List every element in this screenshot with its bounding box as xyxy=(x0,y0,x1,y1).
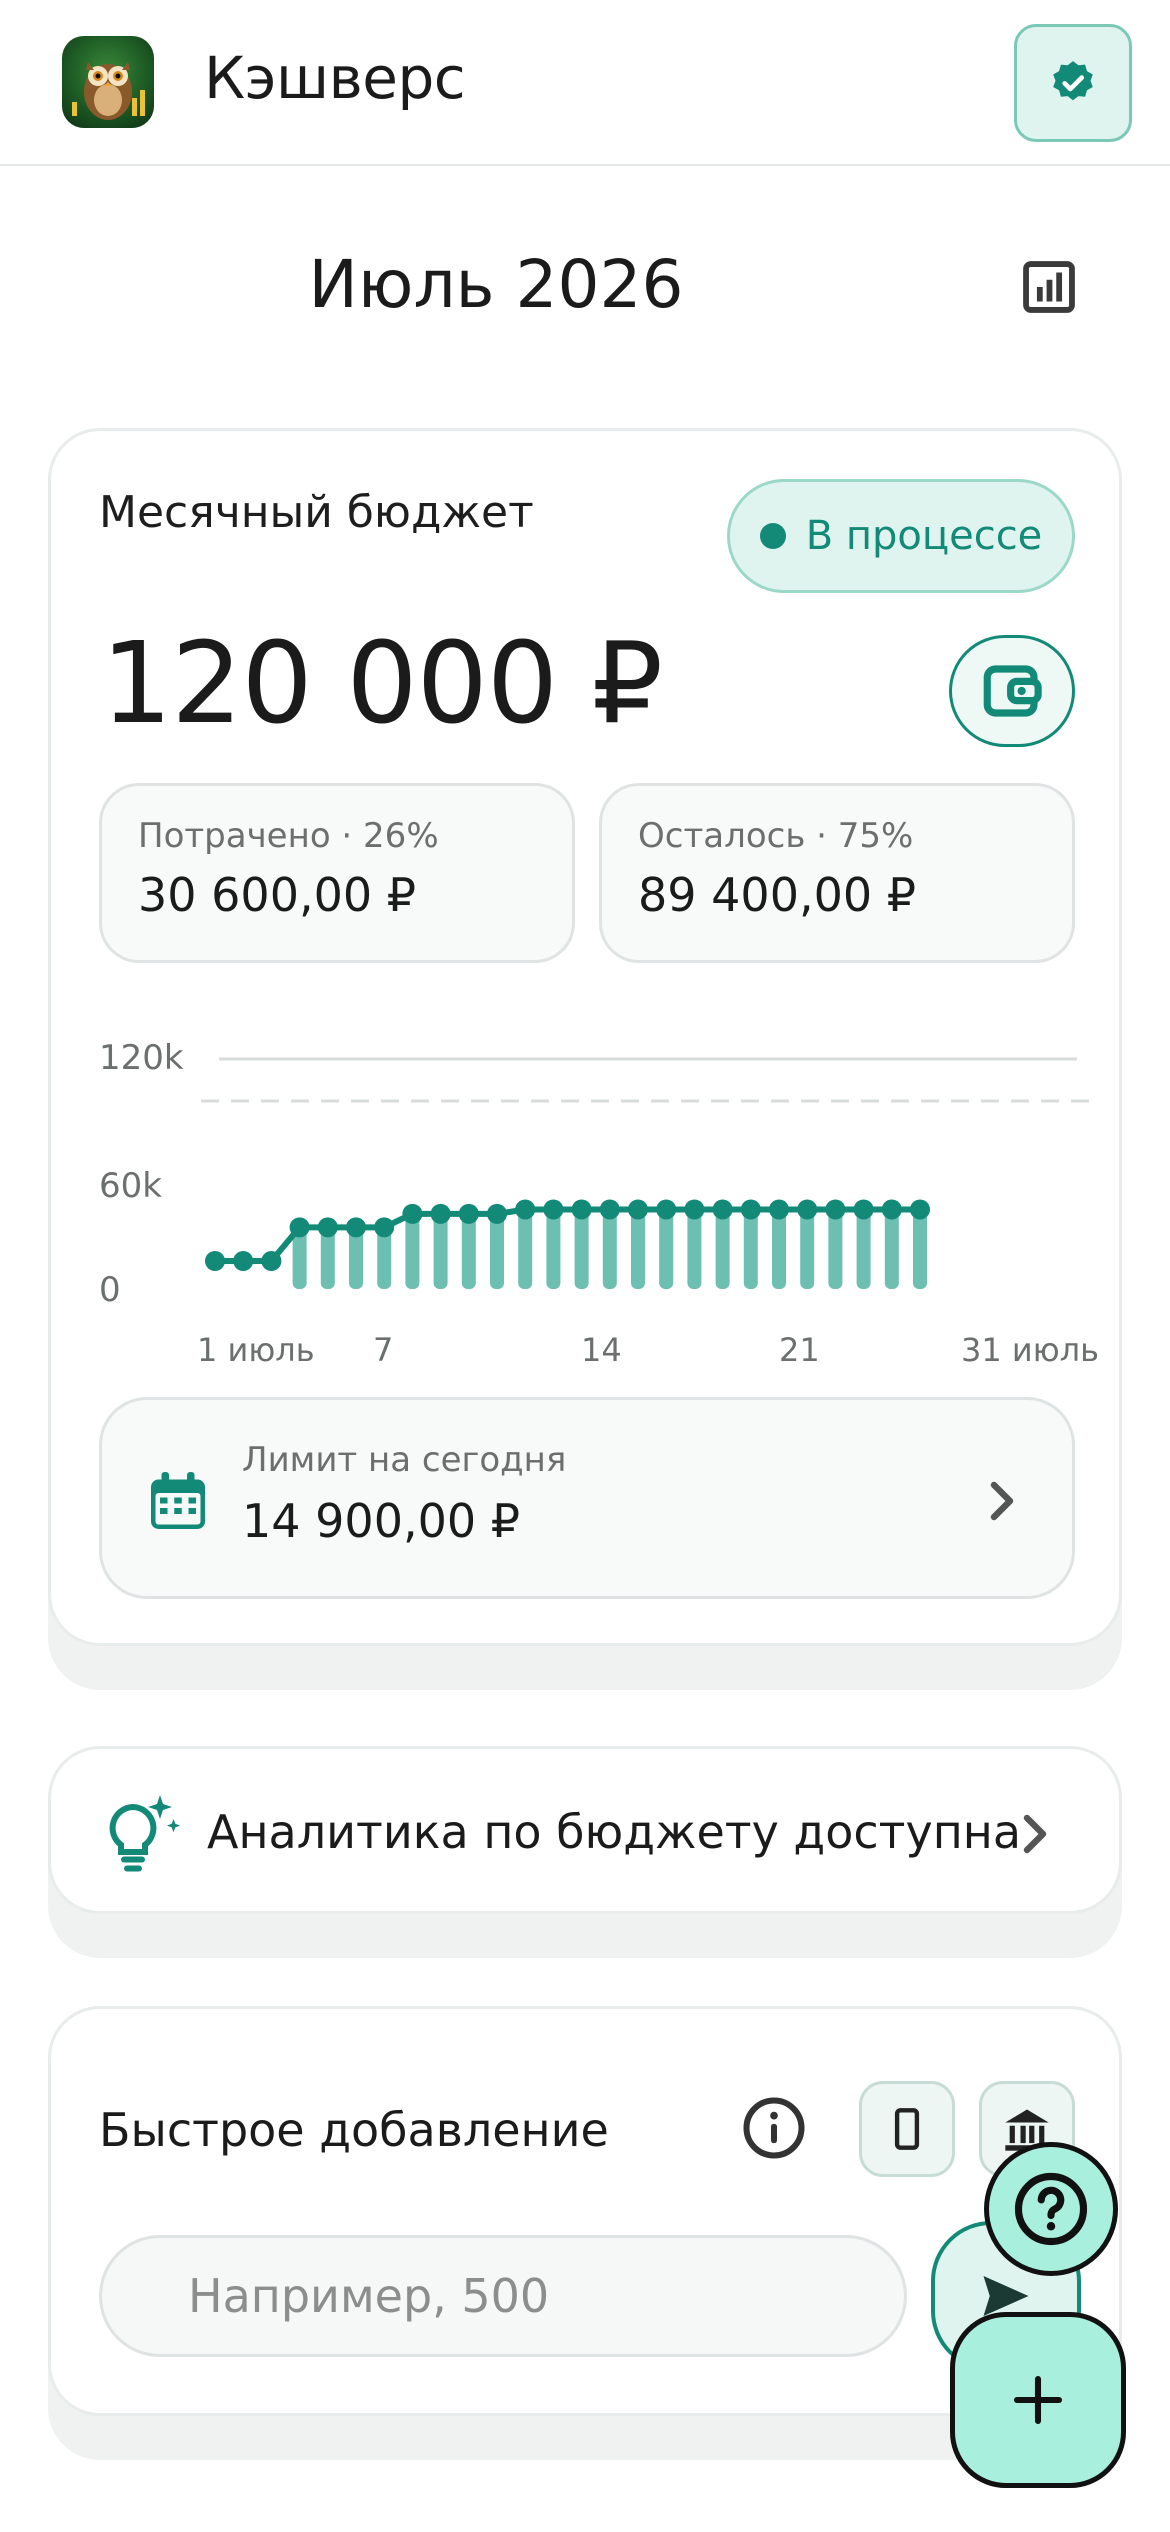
spending-point xyxy=(233,1251,254,1271)
spent-label: Потрачено · 26% xyxy=(138,816,439,856)
y-tick-label: 0 xyxy=(99,1270,121,1310)
y-tick-label: 120k xyxy=(99,1038,184,1078)
help-icon xyxy=(1014,2172,1088,2246)
spending-point xyxy=(346,1217,366,1238)
status-text: В процессе xyxy=(805,513,1043,559)
spending-point xyxy=(543,1199,564,1220)
spending-bar xyxy=(743,1209,758,1289)
spending-point xyxy=(374,1217,395,1238)
spending-chart: 120k 60k 0 1 июль 7 14 21 31 июль xyxy=(99,1038,1099,1369)
analytics-card[interactable]: Аналитика по бюджету доступна xyxy=(48,1746,1122,1914)
wallet-button[interactable] xyxy=(949,635,1075,747)
chevron-right-icon xyxy=(1023,1814,1047,1854)
verified-button[interactable] xyxy=(1014,24,1132,142)
status-badge[interactable]: В процессе xyxy=(727,479,1075,593)
spending-point xyxy=(599,1199,620,1220)
spending-point xyxy=(402,1203,423,1224)
add-transaction-button[interactable] xyxy=(950,2312,1126,2488)
left-box: Осталось · 75% 89 400,00 ₽ xyxy=(599,783,1075,963)
verified-badge-icon xyxy=(1053,61,1093,101)
spending-point xyxy=(261,1251,282,1271)
spending-point xyxy=(205,1251,225,1271)
spending-bar xyxy=(405,1213,420,1289)
spending-point xyxy=(656,1199,677,1220)
left-value: 89 400,00 ₽ xyxy=(638,868,916,922)
budget-amount[interactable]: 120 000 ₽ xyxy=(101,619,663,749)
chevron-right-icon xyxy=(990,1481,1014,1521)
app-title: Кэшверс xyxy=(204,44,466,112)
spending-point xyxy=(289,1217,310,1238)
spending-point xyxy=(740,1199,761,1220)
spending-bar xyxy=(772,1209,786,1289)
phone-icon xyxy=(894,2108,920,2150)
spending-point xyxy=(797,1199,818,1220)
spending-bar xyxy=(715,1209,730,1289)
screen: Кэшверс Июль 2026 Месячный бюджет В проц… xyxy=(0,0,1170,2532)
spending-bar xyxy=(574,1209,589,1289)
spending-bar xyxy=(546,1209,561,1289)
owl-logo-icon xyxy=(62,36,154,128)
left-label: Осталось · 75% xyxy=(638,816,914,856)
plus-icon xyxy=(1013,2375,1063,2425)
spending-bar xyxy=(687,1209,702,1289)
month-title[interactable]: Июль 2026 xyxy=(0,246,992,323)
spending-bar xyxy=(856,1209,871,1289)
info-icon xyxy=(743,2097,805,2159)
info-button[interactable] xyxy=(741,2095,807,2161)
spending-point xyxy=(825,1199,846,1220)
spending-bar xyxy=(490,1213,504,1289)
quick-add-title: Быстрое добавление xyxy=(99,2103,609,2157)
spending-point xyxy=(853,1199,874,1220)
status-dot-icon xyxy=(759,523,786,549)
spending-bar xyxy=(659,1209,674,1289)
top-bar: Кэшверс xyxy=(0,0,1170,166)
spending-point xyxy=(458,1203,479,1224)
spending-bar xyxy=(828,1209,843,1289)
x-tick-label: 14 xyxy=(581,1331,622,1369)
spent-value: 30 600,00 ₽ xyxy=(138,868,416,922)
spending-bar xyxy=(518,1209,533,1289)
spending-bar xyxy=(800,1209,815,1289)
spending-point xyxy=(571,1199,592,1220)
today-limit-button[interactable]: Лимит на сегодня 14 900,00 ₽ xyxy=(99,1397,1075,1599)
spending-point xyxy=(881,1199,902,1220)
budget-label: Месячный бюджет xyxy=(99,487,534,538)
spending-line xyxy=(215,1206,920,1264)
spending-point xyxy=(769,1199,789,1220)
spending-point xyxy=(430,1203,451,1224)
spent-box: Потрачено · 26% 30 600,00 ₽ xyxy=(99,783,575,963)
x-tick-label: 21 xyxy=(779,1331,820,1369)
limit-value: 14 900,00 ₽ xyxy=(242,1494,520,1548)
spending-bar xyxy=(913,1209,927,1289)
spending-point xyxy=(684,1199,705,1220)
spending-bar xyxy=(433,1213,448,1289)
spending-point xyxy=(910,1199,930,1220)
spending-point xyxy=(317,1217,338,1238)
lightbulb-sparkle-icon xyxy=(109,1795,181,1872)
spending-bar xyxy=(884,1209,899,1289)
help-button[interactable] xyxy=(984,2142,1118,2276)
stats-button[interactable] xyxy=(1018,256,1080,318)
x-tick-label: 31 июль xyxy=(961,1331,1099,1369)
spending-bar xyxy=(631,1209,645,1289)
x-tick-label: 7 xyxy=(373,1331,393,1369)
amount-input[interactable] xyxy=(99,2235,907,2357)
budget-card: Месячный бюджет В процессе 120 000 ₽ Пот… xyxy=(48,428,1122,1646)
spending-point xyxy=(515,1199,536,1220)
spending-bar xyxy=(602,1209,617,1289)
x-tick-label: 1 июль xyxy=(197,1331,315,1369)
limit-label: Лимит на сегодня xyxy=(242,1440,567,1480)
wallet-icon xyxy=(983,665,1042,717)
phone-button[interactable] xyxy=(859,2081,955,2177)
calendar-icon xyxy=(151,1472,205,1529)
spending-point xyxy=(628,1199,648,1220)
spending-point xyxy=(487,1203,507,1224)
bar-chart-icon xyxy=(1023,261,1075,313)
analytics-text: Аналитика по бюджету доступна xyxy=(207,1805,1022,1859)
y-tick-label: 60k xyxy=(99,1166,162,1206)
spending-bar xyxy=(461,1213,476,1289)
spending-point xyxy=(712,1199,733,1220)
